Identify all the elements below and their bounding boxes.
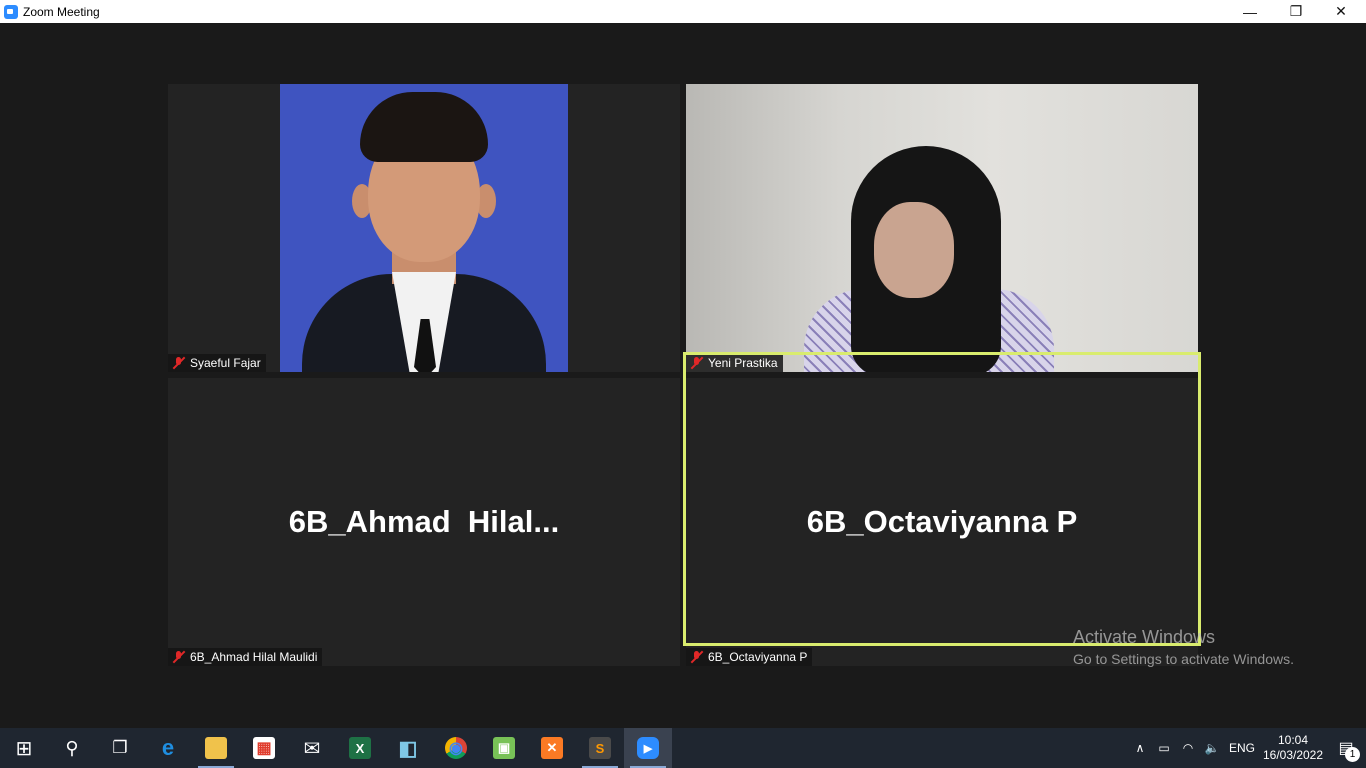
mic-muted-icon xyxy=(172,650,186,664)
video-tile-yeni-prastika[interactable]: Yeni Prastika xyxy=(686,84,1198,372)
taskbar-chrome[interactable]: ◉ xyxy=(432,728,480,768)
activate-windows-watermark: Activate Windows Go to Settings to activ… xyxy=(1073,627,1294,667)
clock[interactable]: 10:04 16/03/2022 xyxy=(1260,733,1326,763)
sublime-text-icon: S xyxy=(589,737,611,759)
watermark-title: Activate Windows xyxy=(1073,627,1216,647)
participant-name-tag: Yeni Prastika xyxy=(686,354,783,372)
video-tile-ahmad-hilal[interactable]: 6B_Ahmad Hilal... 6B_Ahmad Hilal Maulidi xyxy=(168,378,680,666)
mic-muted-icon xyxy=(690,650,704,664)
taskbar: ⊞ ⚲ ❐ e ▬ ▦ ✉ X ◧ ◉ ▣ ✕ S ▶ ∧ ▭ ◠ 🔈 ENG xyxy=(0,728,1366,768)
participant-video xyxy=(686,84,1198,372)
task-view-button[interactable]: ❐ xyxy=(96,728,144,768)
taskbar-store[interactable]: ▦ xyxy=(240,728,288,768)
edge-icon: e xyxy=(161,735,175,760)
taskbar-notes[interactable]: ◧ xyxy=(384,728,432,768)
android-studio-icon: ▣ xyxy=(493,737,515,759)
mail-icon: ✉ xyxy=(303,737,321,760)
taskbar-xampp[interactable]: ✕ xyxy=(528,728,576,768)
maximize-button[interactable]: ❐ xyxy=(1273,0,1319,23)
participant-display-name: 6B_Ahmad Hilal... xyxy=(288,504,560,539)
participant-name-tag: Syaeful Fajar xyxy=(168,354,266,372)
participant-display-name: 6B_Octaviyanna P xyxy=(806,504,1078,539)
xampp-icon: ✕ xyxy=(541,737,563,759)
zoom-app-icon xyxy=(4,4,18,19)
show-hidden-icons-chevron-icon[interactable]: ∧ xyxy=(1128,741,1152,755)
window-title: Zoom Meeting xyxy=(23,4,100,19)
file-explorer-icon: ▬ xyxy=(205,737,227,759)
taskbar-file-explorer[interactable]: ▬ xyxy=(192,728,240,768)
start-icon: ⊞ xyxy=(15,737,33,760)
participant-name: 6B_Octaviyanna P xyxy=(708,650,808,664)
participant-name-tag: 6B_Ahmad Hilal Maulidi xyxy=(168,648,323,666)
participant-name-tag: 6B_Octaviyanna P xyxy=(686,648,813,666)
video-tile-syaeful-fajar[interactable]: Syaeful Fajar xyxy=(168,84,680,372)
volume-icon[interactable]: 🔈 xyxy=(1200,741,1224,755)
taskbar-android-studio[interactable]: ▣ xyxy=(480,728,528,768)
taskbar-excel[interactable]: X xyxy=(336,728,384,768)
search-button[interactable]: ⚲ xyxy=(48,728,96,768)
excel-icon: X xyxy=(349,737,371,759)
participant-name: Yeni Prastika xyxy=(708,356,778,370)
notification-count-badge: 1 xyxy=(1345,747,1360,762)
notes-icon: ◧ xyxy=(398,737,418,760)
search-icon: ⚲ xyxy=(65,737,79,758)
participant-video xyxy=(280,84,568,372)
battery-icon[interactable]: ▭ xyxy=(1152,741,1176,755)
clock-date: 16/03/2022 xyxy=(1262,748,1324,762)
taskbar-sublime-text[interactable]: S xyxy=(576,728,624,768)
meeting-gallery: Syaeful Fajar Yeni Prastika 6B_Ahmad Hil… xyxy=(0,23,1366,728)
watermark-subtitle: Go to Settings to activate Windows. xyxy=(1073,651,1294,667)
mic-muted-icon xyxy=(172,356,186,370)
video-tile-octaviyanna[interactable]: 6B_Octaviyanna P 6B_Octaviyanna P xyxy=(686,378,1198,666)
system-tray: ∧ ▭ ◠ 🔈 ENG 10:04 16/03/2022 ▤ 1 xyxy=(1128,728,1366,768)
chrome-icon: ◉ xyxy=(445,737,467,759)
taskbar-zoom[interactable]: ▶ xyxy=(624,728,672,768)
minimize-button[interactable]: — xyxy=(1227,0,1273,23)
task-view-icon: ❐ xyxy=(112,738,128,757)
store-icon: ▦ xyxy=(253,737,275,759)
action-center-button[interactable]: ▤ 1 xyxy=(1326,728,1366,768)
taskbar-edge[interactable]: e xyxy=(144,728,192,768)
participant-name: Syaeful Fajar xyxy=(190,356,261,370)
clock-time: 10:04 xyxy=(1277,733,1309,747)
wifi-icon[interactable]: ◠ xyxy=(1176,741,1200,755)
title-bar: Zoom Meeting — ❐ ✕ xyxy=(0,0,1366,23)
taskbar-mail[interactable]: ✉ xyxy=(288,728,336,768)
close-button[interactable]: ✕ xyxy=(1318,0,1364,23)
mic-muted-icon xyxy=(690,356,704,370)
language-indicator[interactable]: ENG xyxy=(1224,741,1260,755)
zoom-icon: ▶ xyxy=(637,737,659,759)
start-button[interactable]: ⊞ xyxy=(0,728,48,768)
participant-name: 6B_Ahmad Hilal Maulidi xyxy=(190,650,318,664)
